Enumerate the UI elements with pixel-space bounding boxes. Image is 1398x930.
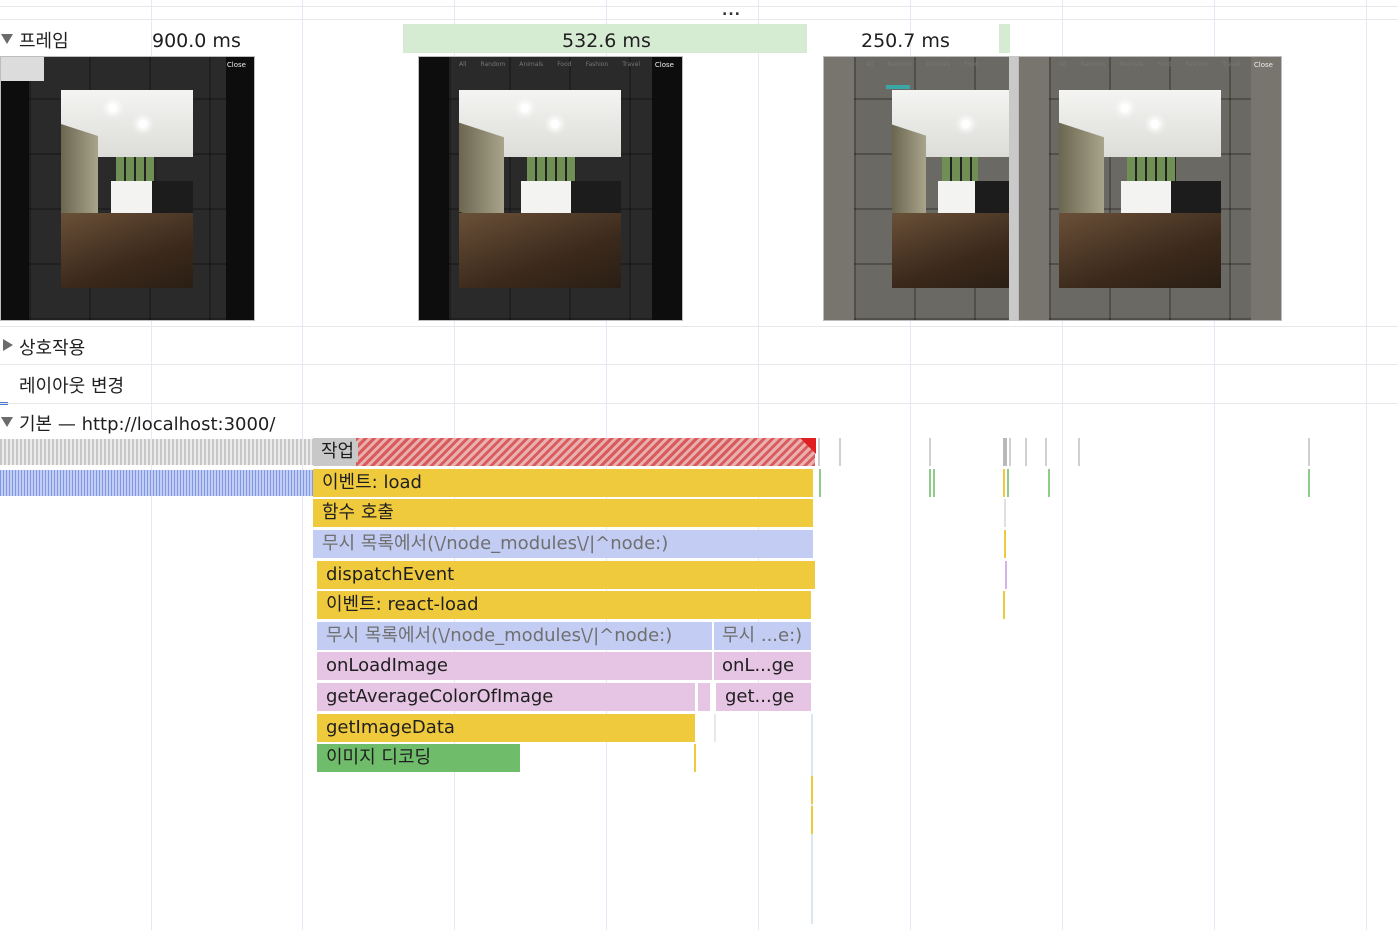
grid-line [302, 0, 303, 930]
flame-sliver[interactable] [811, 806, 813, 834]
flame-on-load-image-short[interactable]: onL...ge [714, 652, 812, 680]
frame-duration: 532.6 ms [562, 30, 651, 52]
expand-triangle-icon[interactable] [3, 339, 13, 351]
task-tick[interactable] [1048, 469, 1050, 497]
task-tick[interactable] [1078, 438, 1080, 466]
divider [0, 19, 1398, 20]
divider [0, 6, 1398, 7]
task-tick[interactable] [1025, 438, 1027, 466]
flame-function-call[interactable]: 함수 호출 [313, 499, 814, 527]
photo-image [892, 90, 1012, 288]
flame-get-image-data[interactable]: getImageData [317, 714, 696, 742]
flame-sliver[interactable] [819, 469, 821, 497]
flame-small-call[interactable] [698, 683, 711, 711]
frame-bar[interactable] [999, 24, 1010, 53]
frame-gap [1009, 56, 1018, 321]
flame-ignore-list-short[interactable]: 무시 ...e:) [714, 622, 812, 650]
idle-task-strip[interactable] [0, 439, 313, 465]
task-tick[interactable] [1308, 469, 1310, 497]
flame-on-load-image[interactable]: onLoadImage [317, 652, 713, 680]
expand-triangle-icon[interactable] [1, 34, 13, 44]
task-tick[interactable] [1003, 469, 1005, 497]
task-tick[interactable] [929, 438, 931, 466]
photo-image [61, 90, 193, 288]
screenshot-tabs: All Random Animals Food Fashion Travel [459, 61, 641, 68]
flame-get-average-color-short[interactable]: get...ge [716, 683, 812, 711]
divider [0, 364, 1398, 365]
highlight-marker [886, 85, 910, 89]
task-tick[interactable] [1003, 591, 1005, 619]
task-tick[interactable] [929, 469, 931, 497]
task-tick[interactable] [1005, 561, 1007, 589]
frame-screenshot[interactable]: All Random Animals Food Fashion Travel Close [418, 56, 683, 321]
frame-screenshot[interactable]: All Random Animals Food [823, 56, 1013, 321]
task-tick[interactable] [1004, 499, 1006, 527]
screenshot-tabs: All Random Animals Food [866, 61, 979, 68]
task-tick[interactable] [1003, 438, 1007, 466]
grid-line [1366, 0, 1367, 930]
selection-box [1, 57, 44, 81]
flame-ignore-list[interactable]: 무시 목록에서(\/node_modules\/|^node:) [317, 622, 713, 650]
flame-image-decode[interactable]: 이미지 디코딩 [317, 744, 521, 772]
close-label: Close [226, 61, 246, 69]
interactions-track-label[interactable]: 상호작용 [19, 334, 85, 360]
frame-duration: 900.0 ms [152, 30, 241, 52]
expand-triangle-icon[interactable] [1, 417, 13, 427]
photo-image [459, 90, 621, 288]
layout-shifts-track-label: 레이아웃 변경 [19, 376, 125, 397]
task-bar[interactable]: 작업 [313, 438, 816, 466]
task-tick[interactable] [1007, 469, 1009, 497]
long-task-corner-icon [800, 438, 816, 454]
frame-screenshot[interactable]: All Random Animals Food Fashion Travel Close [1018, 56, 1282, 321]
flame-dispatch-event[interactable]: dispatchEvent [317, 561, 816, 589]
close-label: Close [1253, 61, 1273, 69]
flame-ignore-list[interactable]: 무시 목록에서(\/node_modules\/|^node:) [313, 530, 814, 558]
flame-sliver[interactable] [694, 744, 696, 772]
close-label: Close [654, 61, 674, 69]
flame-sliver[interactable] [714, 714, 716, 742]
main-track-label[interactable]: 기본 — http://localhost:3000/ [19, 410, 275, 436]
flame-react-load[interactable]: 이벤트: react-load [317, 591, 812, 619]
divider [0, 326, 1398, 327]
frame-duration: 250.7 ms [861, 30, 950, 52]
task-tick[interactable] [818, 438, 820, 466]
ignored-call-strip[interactable] [0, 470, 313, 496]
flame-get-average-color[interactable]: getAverageColorOfImage [317, 683, 696, 711]
photo-image [1059, 90, 1221, 288]
frame-screenshot[interactable]: Close [0, 56, 255, 321]
more-handle[interactable]: ... [722, 3, 741, 19]
task-label: 작업 [321, 441, 355, 462]
task-tick[interactable] [1004, 530, 1006, 558]
screenshot-tabs: All Random Animals Food Fashion Travel [1059, 61, 1241, 68]
frames-track-label: 프레임 [19, 31, 69, 52]
flame-sliver[interactable] [811, 776, 813, 804]
divider [0, 403, 1398, 404]
flame-event-load[interactable]: 이벤트: load [313, 469, 814, 497]
task-tick[interactable] [933, 469, 935, 497]
task-tick[interactable] [839, 438, 841, 466]
task-tick[interactable] [1009, 438, 1011, 466]
task-tick[interactable] [1308, 438, 1310, 466]
task-tick[interactable] [1045, 438, 1047, 466]
